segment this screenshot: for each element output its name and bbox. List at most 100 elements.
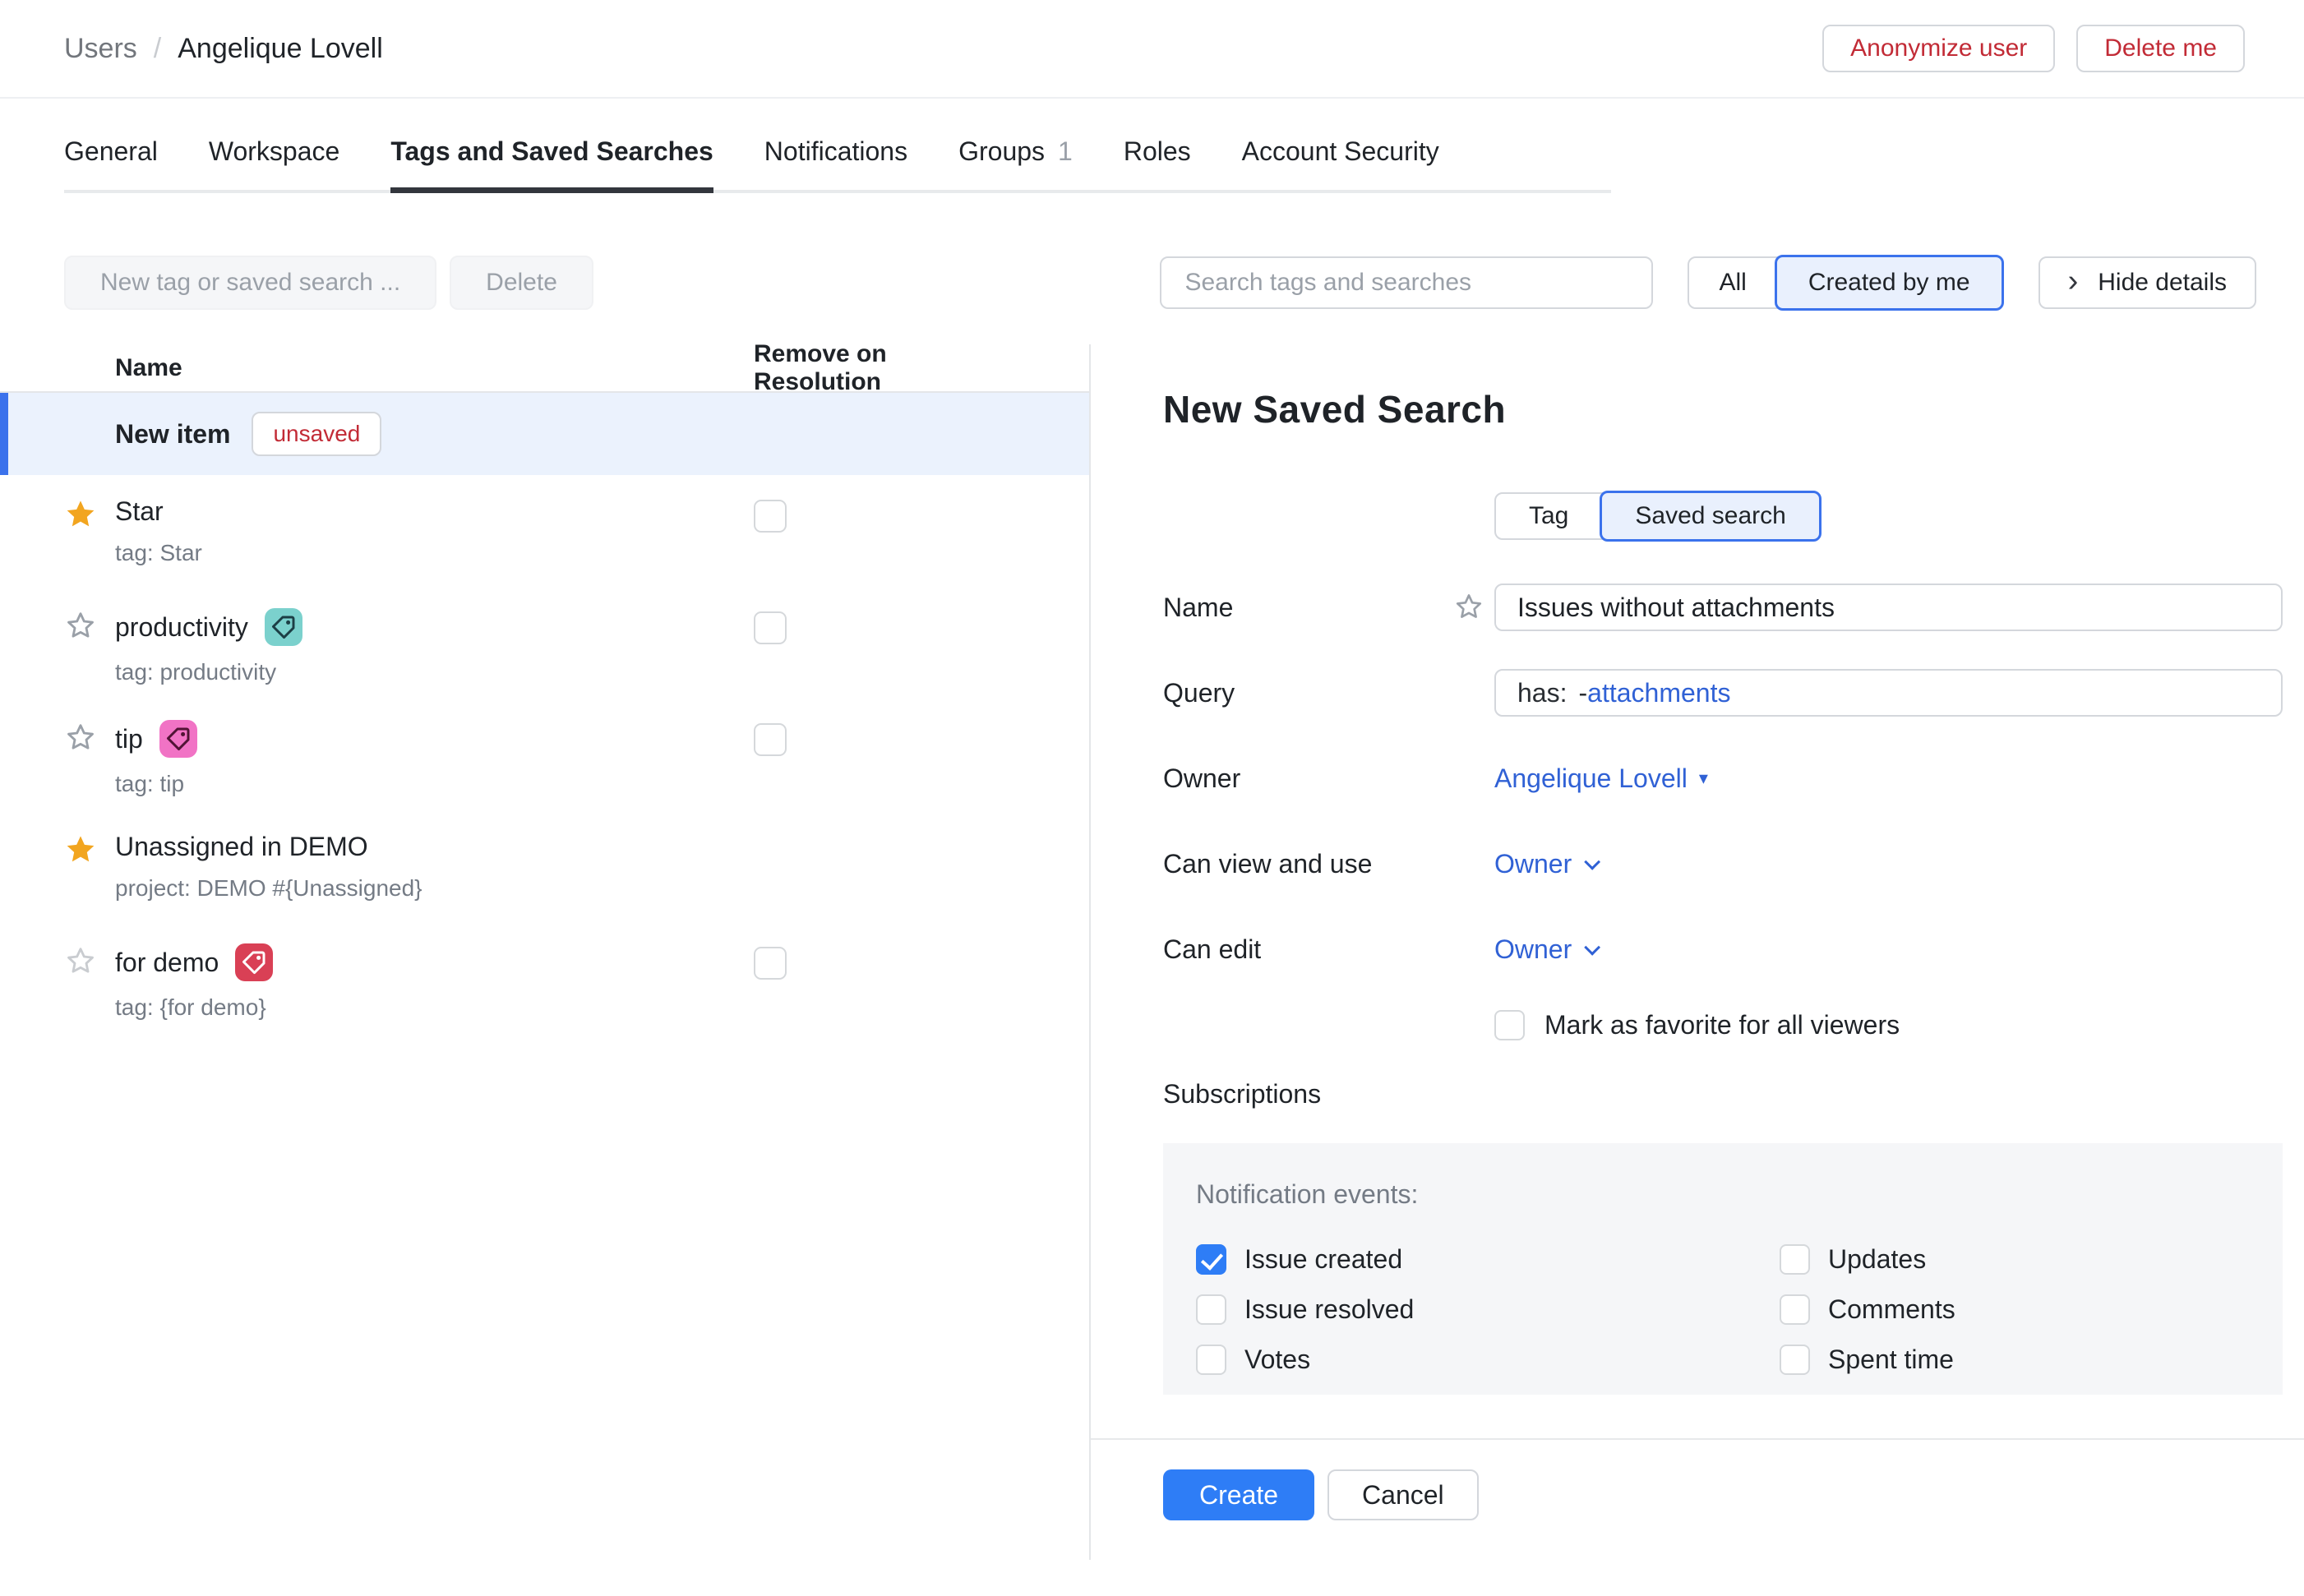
new-tag-or-saved-search-button[interactable]: New tag or saved search ... — [64, 256, 436, 310]
can-view-dropdown[interactable]: Owner — [1494, 849, 1596, 879]
can-edit-label: Can edit — [1163, 934, 1443, 965]
votes-checkbox[interactable] — [1196, 1345, 1226, 1375]
event-votes: Votes — [1196, 1345, 1780, 1375]
list-item-subtitle: project: DEMO #{Unassigned} — [115, 875, 754, 902]
cancel-button[interactable]: Cancel — [1327, 1469, 1479, 1520]
list-item-new-item[interactable]: New item unsaved — [0, 393, 1089, 475]
can-view-label: Can view and use — [1163, 849, 1443, 879]
notification-events-label: Notification events: — [1196, 1179, 2283, 1210]
remove-on-resolution-cell — [754, 496, 1015, 587]
favorite-star-icon[interactable] — [64, 943, 115, 1034]
remove-on-resolution-cell — [754, 720, 1015, 810]
event-updates: Updates — [1780, 1244, 2283, 1275]
search-input[interactable] — [1160, 256, 1653, 309]
favorite-star-icon[interactable] — [64, 720, 115, 810]
tab-groups[interactable]: Groups1 — [958, 136, 1073, 190]
anonymize-user-button[interactable]: Anonymize user — [1822, 25, 2055, 72]
owner-row: Owner Angelique Lovell ▾ — [1163, 736, 2283, 821]
tab-bar: General Workspace Tags and Saved Searche… — [64, 136, 1611, 193]
subscriptions-box: Notification events: Issue created Updat… — [1163, 1143, 2283, 1395]
mark-as-favorite-checkbox[interactable] — [1494, 1010, 1525, 1040]
chevron-down-icon — [1584, 854, 1600, 870]
comments-checkbox[interactable] — [1780, 1294, 1810, 1325]
can-view-row: Can view and use Owner — [1163, 821, 2283, 906]
tag-icon-teal — [265, 608, 302, 646]
query-row: Query has: - attachments — [1163, 650, 2283, 736]
type-saved-search-segment[interactable]: Saved search — [1600, 491, 1821, 542]
list-item-text: Unassigned in DEMO project: DEMO #{Unass… — [115, 832, 754, 922]
filter-all-segment[interactable]: All — [1689, 269, 1775, 297]
remove-on-resolution-checkbox[interactable] — [754, 947, 787, 980]
list-item-unassigned-in-demo[interactable]: Unassigned in DEMO project: DEMO #{Unass… — [0, 810, 1089, 922]
unsaved-badge: unsaved — [252, 412, 381, 456]
owner-dropdown[interactable]: Angelique Lovell ▾ — [1494, 763, 1708, 794]
subscriptions-label: Subscriptions — [1163, 1079, 1321, 1109]
event-issue-created: Issue created — [1196, 1244, 1780, 1275]
list-item-productivity[interactable]: productivity tag: productivity — [0, 587, 1089, 699]
query-input[interactable]: has: - attachments — [1494, 669, 2283, 717]
favorite-star-icon[interactable] — [64, 496, 115, 587]
event-issue-resolved: Issue resolved — [1196, 1294, 1780, 1325]
query-negation: - — [1578, 678, 1587, 708]
issue-created-checkbox[interactable] — [1196, 1244, 1226, 1275]
list-header-row: Name Remove on Resolution — [0, 344, 1089, 393]
list-item-subtitle: tag: productivity — [115, 659, 754, 685]
remove-on-resolution-checkbox[interactable] — [754, 723, 787, 756]
list-item-title: productivity — [115, 608, 754, 646]
type-tag-segment[interactable]: Tag — [1496, 502, 1601, 530]
list-item-text: for demo tag: {for demo} — [115, 943, 754, 1034]
tab-groups-label: Groups — [958, 136, 1045, 166]
list-item-tip[interactable]: tip tag: tip — [0, 699, 1089, 810]
column-header-name: Name — [0, 354, 754, 382]
spent-time-checkbox[interactable] — [1780, 1345, 1810, 1375]
tab-notifications[interactable]: Notifications — [764, 136, 907, 190]
mark-as-favorite-label: Mark as favorite for all viewers — [1544, 1010, 1900, 1040]
list-item-text: productivity tag: productivity — [115, 608, 754, 699]
comments-label: Comments — [1828, 1294, 1955, 1325]
event-comments: Comments — [1780, 1294, 2283, 1325]
tab-general[interactable]: General — [64, 136, 158, 190]
query-value: attachments — [1587, 678, 1730, 708]
list-item-title: Unassigned in DEMO — [115, 832, 754, 862]
favorite-star-icon[interactable] — [64, 832, 115, 922]
list-item-for-demo[interactable]: for demo tag: {for demo} — [0, 922, 1089, 1034]
filter-created-by-me-segment[interactable]: Created by me — [1775, 255, 2004, 311]
name-row: Name Issues without attachments — [1163, 565, 2283, 650]
list-item-text: Star tag: Star — [115, 496, 754, 587]
remove-on-resolution-cell — [754, 608, 1015, 699]
remove-on-resolution-checkbox[interactable] — [754, 500, 787, 533]
chevron-down-icon — [1584, 939, 1600, 956]
delete-button[interactable]: Delete — [450, 256, 593, 310]
name-label: Name — [1163, 593, 1443, 623]
can-edit-row: Can edit Owner — [1163, 906, 2283, 992]
type-toggle: Tag Saved search — [1494, 492, 1821, 540]
votes-label: Votes — [1244, 1345, 1310, 1375]
tab-workspace[interactable]: Workspace — [209, 136, 339, 190]
caret-down-icon: ▾ — [1699, 768, 1708, 789]
list-item-title: for demo — [115, 943, 754, 981]
tab-account-security[interactable]: Account Security — [1242, 136, 1439, 190]
tab-tags-and-saved-searches[interactable]: Tags and Saved Searches — [390, 136, 713, 190]
hide-details-button[interactable]: › Hide details — [2039, 256, 2256, 309]
favorite-row: Mark as favorite for all viewers — [1163, 992, 2283, 1058]
notification-events-grid: Issue created Updates Issue resolved Com… — [1196, 1244, 2283, 1375]
tag-icon-pink — [159, 720, 197, 758]
create-button[interactable]: Create — [1163, 1469, 1314, 1520]
breadcrumb: Users / Angelique Lovell — [64, 33, 383, 65]
detail-panel: New Saved Search Tag Saved search Name — [1091, 344, 2304, 1560]
delete-me-button[interactable]: Delete me — [2076, 25, 2245, 72]
updates-checkbox[interactable] — [1780, 1244, 1810, 1275]
owner-label: Owner — [1163, 763, 1443, 794]
remove-on-resolution-checkbox[interactable] — [754, 611, 787, 644]
favorite-star-icon[interactable] — [1443, 592, 1494, 623]
favorite-star-icon[interactable] — [64, 608, 115, 699]
issue-resolved-checkbox[interactable] — [1196, 1294, 1226, 1325]
subscriptions-row: Subscriptions — [1163, 1069, 2283, 1119]
list-item-star[interactable]: Star tag: Star — [0, 475, 1089, 587]
name-input[interactable]: Issues without attachments — [1494, 584, 2283, 631]
toolbar: New tag or saved search ... Delete All C… — [64, 256, 2256, 310]
can-edit-dropdown[interactable]: Owner — [1494, 934, 1596, 965]
page-header: Users / Angelique Lovell Anonymize user … — [0, 0, 2304, 99]
breadcrumb-users-link[interactable]: Users — [64, 33, 137, 65]
tab-roles[interactable]: Roles — [1124, 136, 1191, 190]
